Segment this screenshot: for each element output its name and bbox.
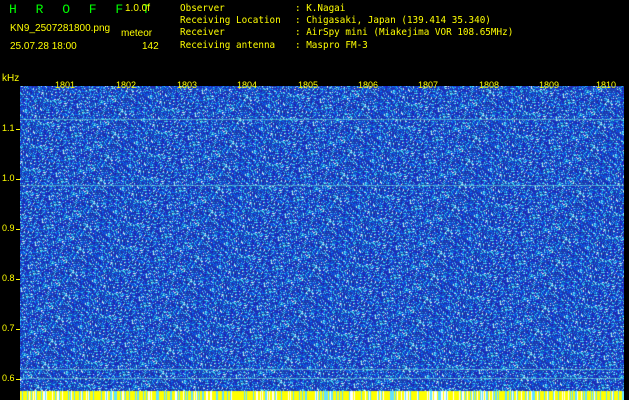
info-value: : K.Nagai [295, 3, 346, 14]
x-tick-label: 1804 [237, 80, 258, 90]
info-row-receiver: Receiver : AirSpy mini (Miakejima VOR 108… [180, 27, 513, 39]
spectrogram-waterfall [20, 86, 624, 400]
info-value: : Chigasaki, Japan (139.414 35.340) [295, 15, 491, 27]
x-tick-label: 1801 [55, 80, 76, 90]
x-tick-label: 1807 [418, 80, 439, 90]
datetime-label: 25.07.28 18:00 [10, 41, 77, 52]
filename-label: KN9_2507281800.png [10, 23, 111, 34]
info-row-location: Receiving Location : Chigasaki, Japan (13… [180, 15, 513, 27]
x-tick-label: 1808 [479, 80, 500, 90]
x-tick-label: 1803 [177, 80, 198, 90]
info-label: Observer [180, 3, 225, 14]
count-label: 142 [142, 41, 159, 52]
x-tick-label: 1806 [358, 80, 379, 90]
y-tick-label: 1.1 [2, 123, 15, 133]
mode-label: meteor [121, 28, 153, 39]
info-label: Receiving antenna [180, 39, 276, 51]
info-value: : Maspro FM-3 [295, 39, 368, 51]
info-label: Receiving Location [180, 15, 281, 27]
x-tick-label: 1802 [116, 80, 137, 90]
x-tick-label: 1805 [298, 80, 319, 90]
info-value: : AirSpy mini (Miakejima VOR 108.65MHz) [295, 27, 514, 39]
y-tick-label: 0.6 [2, 373, 15, 383]
info-row-antenna: Receiving antenna : Maspro FM-3 [180, 40, 513, 52]
y-tick-label: 0.8 [2, 273, 15, 283]
version-label: 1.0.0f [125, 3, 151, 14]
info-row-observer: Observer : K.Nagai [180, 3, 513, 15]
y-axis-unit: kHz [2, 73, 20, 84]
y-tick-label: 0.7 [2, 323, 15, 333]
x-tick-label: 1810 [596, 80, 617, 90]
x-tick-label: 1809 [539, 80, 560, 90]
y-tick-label: 1.0 [2, 173, 15, 183]
y-tick-label: 0.9 [2, 223, 15, 233]
observation-info: Observer : K.Nagai Receiving Location : Ch… [180, 3, 513, 52]
info-label: Receiver [180, 27, 225, 39]
